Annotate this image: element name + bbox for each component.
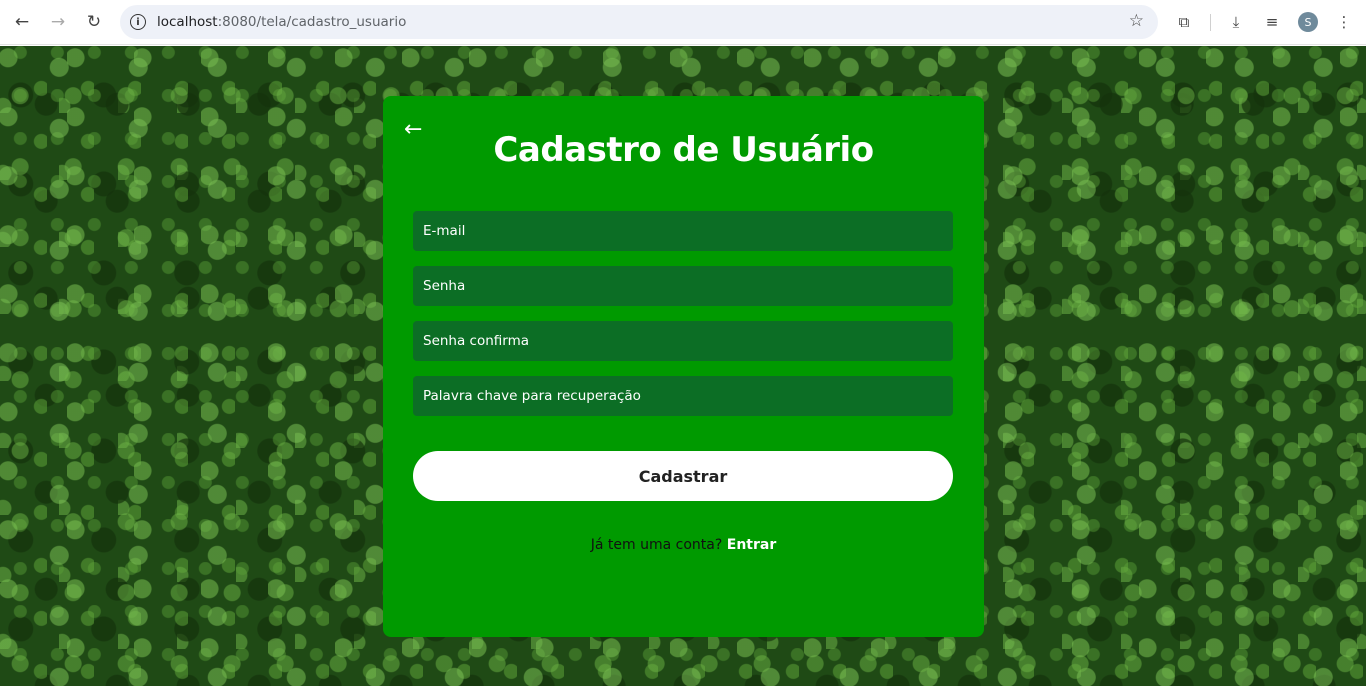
- password-field[interactable]: Senha: [413, 266, 953, 306]
- email-field[interactable]: E-mail: [413, 211, 953, 251]
- url-path: :8080/tela/cadastro_usuario: [217, 14, 407, 30]
- site-info-icon[interactable]: i: [130, 14, 146, 30]
- forward-icon[interactable]: →: [44, 8, 72, 36]
- back-icon[interactable]: ←: [8, 8, 36, 36]
- login-link[interactable]: Entrar: [727, 537, 776, 553]
- extensions-icon[interactable]: ⧉: [1170, 8, 1198, 36]
- page-title: Cadastro de Usuário: [493, 130, 874, 170]
- password-confirm-field[interactable]: Senha confirma: [413, 321, 953, 361]
- toolbar-divider: [1210, 14, 1211, 31]
- browser-menu-icon[interactable]: ⋮: [1330, 8, 1358, 36]
- login-prompt-text: Já tem uma conta?: [590, 537, 723, 553]
- login-prompt: Já tem uma conta? Entrar: [383, 537, 984, 553]
- register-button[interactable]: Cadastrar: [413, 451, 953, 501]
- reload-icon[interactable]: ↻: [80, 8, 108, 36]
- profile-avatar[interactable]: S: [1298, 12, 1318, 32]
- url-text[interactable]: localhost:8080/tela/cadastro_usuario: [157, 14, 406, 30]
- url-host: localhost: [157, 14, 218, 30]
- signup-card: [383, 96, 984, 637]
- browser-toolbar: ← → ↻ i localhost:8080/tela/cadastro_usu…: [0, 0, 1366, 45]
- address-bar[interactable]: i localhost:8080/tela/cadastro_usuario ☆: [120, 5, 1158, 39]
- recovery-keyword-field[interactable]: Palavra chave para recuperação: [413, 376, 953, 416]
- bookmark-star-icon[interactable]: ☆: [1129, 11, 1144, 31]
- media-control-icon[interactable]: ≡: [1258, 8, 1286, 36]
- download-icon[interactable]: ⤓: [1222, 8, 1250, 36]
